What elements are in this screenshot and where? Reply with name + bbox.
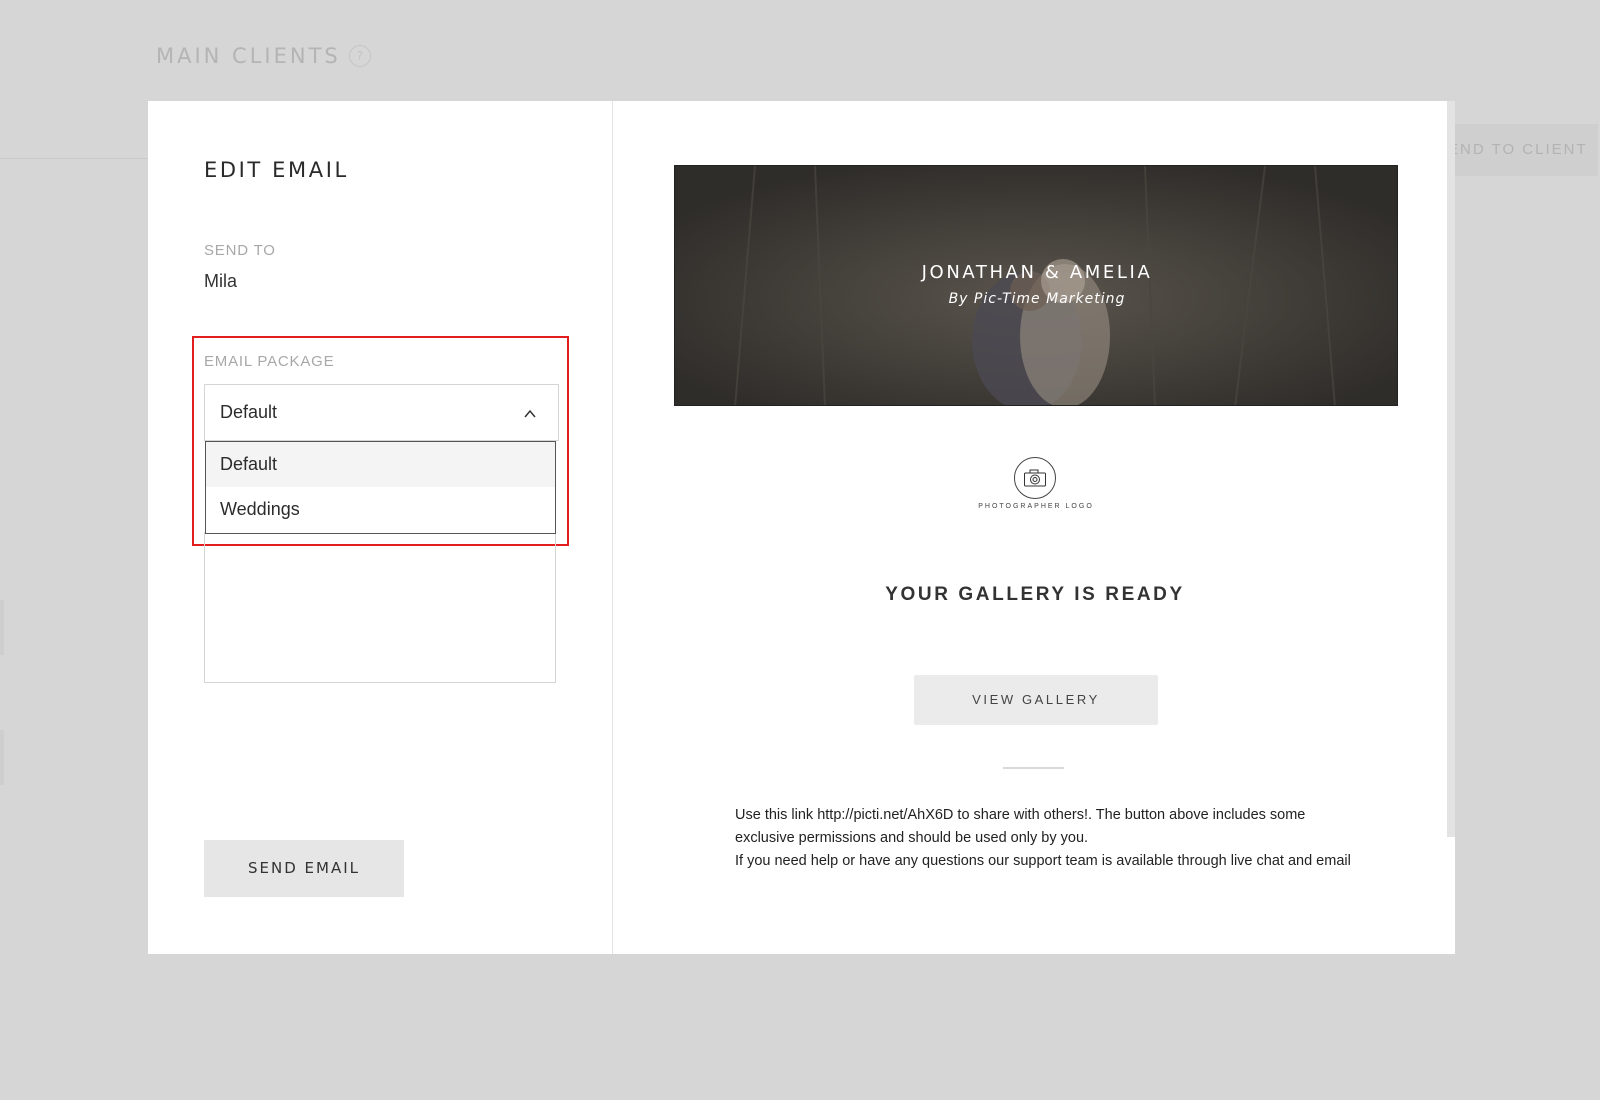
page-title-text: MAIN CLIENTS [156,44,341,68]
camera-icon [1014,457,1056,499]
view-gallery-button[interactable]: VIEW GALLERY [914,675,1158,725]
email-message-textarea[interactable] [204,532,556,683]
send-to-value: Mila [204,271,238,291]
send-email-button[interactable]: SEND EMAIL [204,840,404,897]
hero-subtitle: By Pic-Time Marketing [948,291,1126,307]
email-package-option-default[interactable]: Default [206,442,555,487]
email-package-option-weddings[interactable]: Weddings [206,487,555,532]
email-package-select[interactable]: Default [204,384,559,441]
email-body-text: Use this link http://picti.net/AhX6D to … [735,804,1355,873]
modal-title: EDIT EMAIL [204,158,349,182]
email-body-paragraph-support: If you need help or have any questions o… [735,853,1351,869]
gallery-ready-heading: YOUR GALLERY IS READY [885,584,1185,605]
send-to-label: SEND TO [204,242,276,259]
email-body-paragraph-share: Use this link http://picti.net/AhX6D to … [735,807,1306,846]
page-title: MAIN CLIENTS ? [156,44,371,68]
email-package-selected-value: Default [220,402,278,422]
hero-photo [675,166,1397,405]
question-circle-icon[interactable]: ? [348,45,371,67]
email-hero-banner: JONATHAN & AMELIA By Pic-Time Marketing [674,165,1398,406]
email-package-dropdown: Default Weddings [205,441,556,534]
modal-scrollbar[interactable] [1447,101,1455,837]
background-divider [0,158,148,159]
preview-divider [1003,767,1064,769]
background-edge-element [0,600,4,655]
background-edge-element [0,730,4,785]
hero-title: JONATHAN & AMELIA [921,262,1153,283]
photographer-logo-text: PHOTOGRAPHER LOGO [978,503,1094,510]
email-package-label: EMAIL PACKAGE [204,353,335,370]
chevron-up-icon[interactable] [524,408,536,420]
